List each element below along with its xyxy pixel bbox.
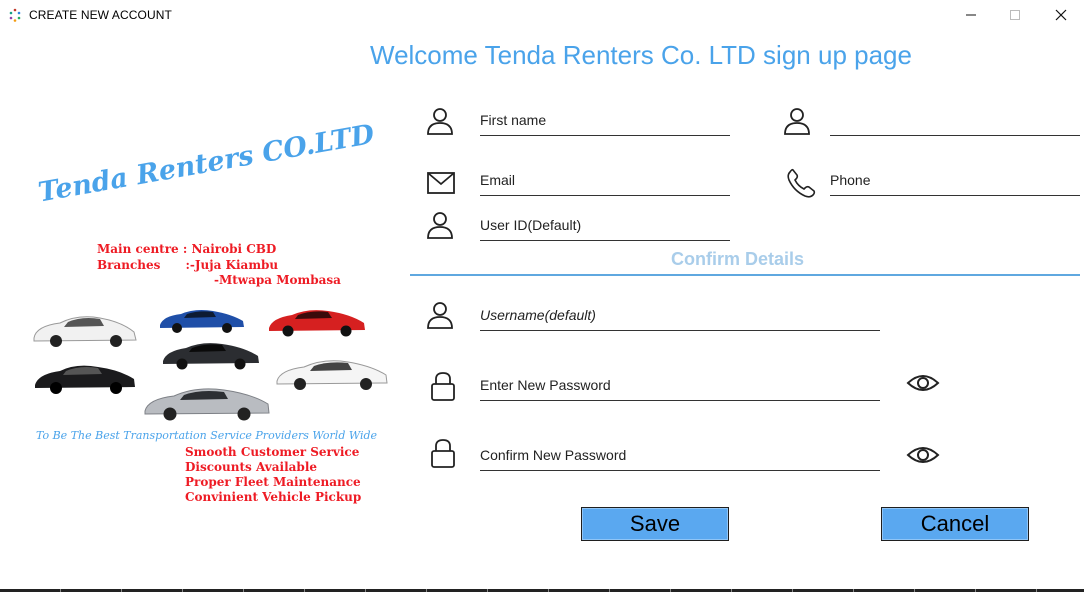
phone-underline [830, 195, 1080, 196]
minimize-icon [966, 14, 976, 16]
maximize-icon [1010, 10, 1020, 20]
title-bar: CREATE NEW ACCOUNT [0, 0, 1084, 30]
first-name-field[interactable]: First name [480, 112, 546, 128]
new-password-field[interactable]: Enter New Password [480, 377, 611, 393]
lock-icon [431, 439, 455, 468]
user-id-underline [480, 240, 730, 241]
poster-main-centre: Main centre : Nairobi CBD [97, 242, 277, 256]
new-password-underline [480, 400, 880, 401]
poster-feature: Discounts Available [185, 460, 318, 474]
car-image [33, 316, 137, 347]
user-icon [427, 108, 453, 135]
first-name-underline [480, 135, 730, 136]
poster-brand: Tenda Renters CO.LTD [36, 118, 377, 209]
show-password-eye-icon[interactable] [906, 372, 940, 394]
page-title: Welcome Tenda Renters Co. LTD sign up pa… [370, 40, 912, 70]
car-image [160, 310, 244, 333]
phone-field[interactable]: Phone [830, 172, 870, 188]
car-image [269, 310, 365, 337]
email-field[interactable]: Email [480, 172, 515, 188]
company-poster: Tenda Renters CO.LTD Main centre : Nairo… [22, 119, 402, 515]
car-image [144, 388, 270, 421]
user-icon [784, 108, 810, 135]
user-id-field[interactable]: User ID(Default) [480, 217, 581, 233]
minimize-button[interactable] [948, 0, 994, 30]
car-image [35, 365, 135, 394]
section-divider [410, 274, 1080, 276]
car-image [163, 343, 259, 370]
confirm-password-field[interactable]: Confirm New Password [480, 447, 626, 463]
phone-icon [787, 168, 816, 198]
email-underline [480, 195, 730, 196]
poster-tagline: To Be The Best Transportation Service Pr… [36, 429, 378, 442]
show-password-eye-icon[interactable] [906, 444, 940, 466]
window-title: CREATE NEW ACCOUNT [29, 8, 172, 22]
poster-branches-2: -Mtwapa Mombasa [214, 273, 341, 287]
user-icon [427, 212, 453, 239]
car-image [276, 360, 388, 390]
lock-icon [431, 372, 455, 401]
user-icon [427, 302, 453, 329]
last-name-underline [830, 135, 1080, 136]
poster-feature: Smooth Customer Service [185, 445, 360, 459]
mail-icon [427, 172, 455, 194]
poster-branches: Branches :-Juja Kiambu [97, 258, 279, 272]
confirm-password-underline [480, 470, 880, 471]
username-underline [480, 330, 880, 331]
poster-feature: Convinient Vehicle Pickup [185, 490, 362, 504]
cancel-button[interactable]: Cancel [881, 507, 1029, 541]
maximize-button[interactable] [992, 0, 1038, 30]
poster-feature: Proper Fleet Maintenance [185, 475, 361, 489]
app-icon [9, 8, 21, 22]
username-field[interactable]: Username(default) [480, 307, 596, 323]
close-button[interactable] [1038, 0, 1084, 30]
confirm-details-heading: Confirm Details [671, 249, 805, 269]
save-button[interactable]: Save [581, 507, 729, 541]
close-icon [1055, 9, 1067, 21]
